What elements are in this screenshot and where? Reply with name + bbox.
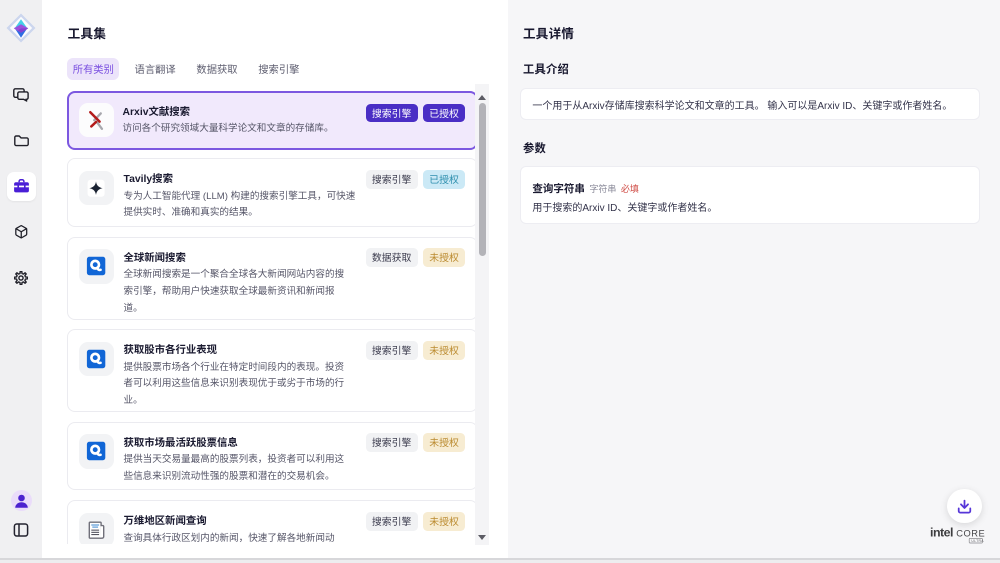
svg-text:CORE: CORE <box>956 529 985 539</box>
svg-text:intel: intel <box>930 526 953 540</box>
svg-text:ULTRA: ULTRA <box>971 539 984 543</box>
